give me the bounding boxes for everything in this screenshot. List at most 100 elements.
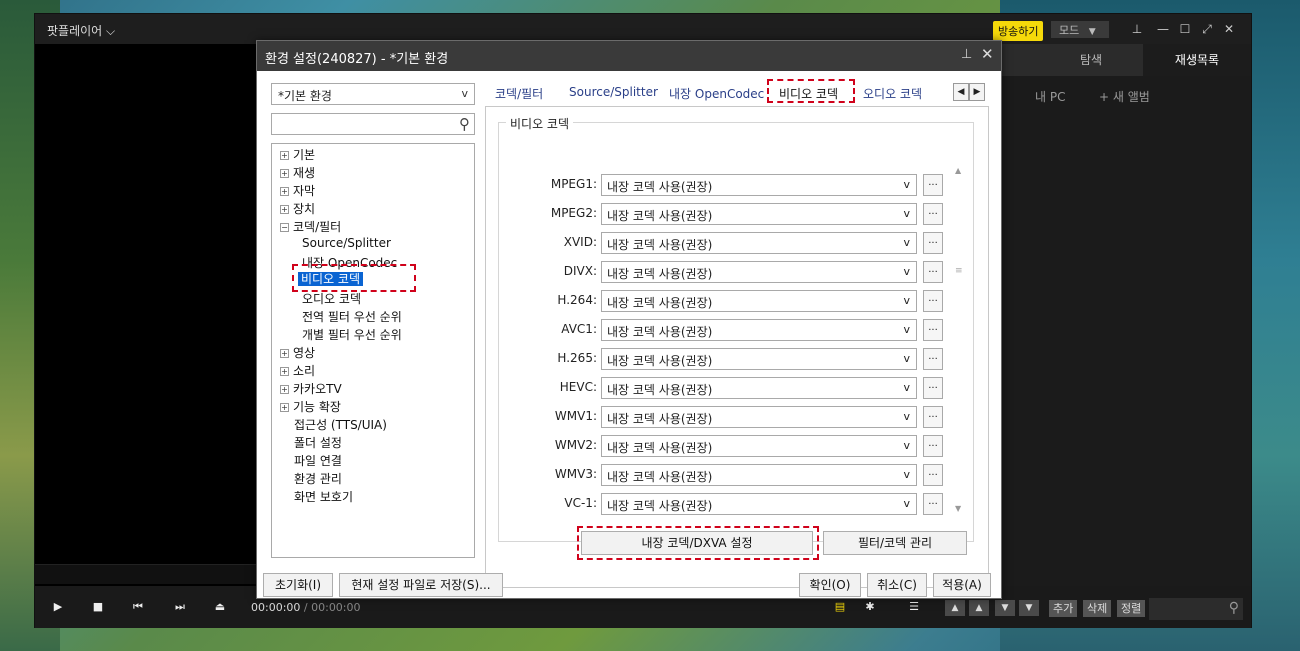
next-icon[interactable]: ⏭ <box>169 596 191 618</box>
expand-icon[interactable]: + <box>280 367 289 376</box>
tab-explore[interactable]: 탐색 <box>1041 44 1141 76</box>
tree-item-video[interactable]: + 영상 <box>280 344 315 361</box>
apply-button[interactable]: 적용(A) <box>933 573 991 597</box>
mode-dropdown[interactable]: 모드 ▼ <box>1051 21 1109 38</box>
codec-dropdown-avc1[interactable]: 내장 코덱 사용(권장) v <box>601 319 917 341</box>
tree-item-screensaver[interactable]: 화면 보호기 <box>294 488 353 505</box>
tab-scroll-left-icon[interactable]: ◀ <box>953 83 969 101</box>
sub-tab-my-pc[interactable]: 내 PC <box>1035 88 1065 105</box>
codec-more-button[interactable]: ... <box>923 493 943 515</box>
profile-dropdown[interactable]: *기본 환경 v <box>271 83 475 105</box>
collapse-icon[interactable]: − <box>280 223 289 232</box>
tree-item-global-filter-priority[interactable]: 전역 필터 우선 순위 <box>302 308 402 325</box>
broadcast-button[interactable]: 방송하기 <box>993 21 1044 41</box>
codec-dropdown-xvid[interactable]: 내장 코덱 사용(권장) v <box>601 232 917 254</box>
tree-item-devices[interactable]: + 장치 <box>280 200 315 217</box>
expand-icon[interactable]: + <box>280 187 289 196</box>
tree-item-audio[interactable]: + 소리 <box>280 362 315 379</box>
codec-dropdown-vc1[interactable]: 내장 코덱 사용(권장) v <box>601 493 917 515</box>
move-bottom-icon[interactable]: ▼ <box>1019 600 1039 616</box>
close-icon[interactable]: ✕ <box>1221 22 1237 36</box>
codec-more-button[interactable]: ... <box>923 319 943 341</box>
previous-icon[interactable]: ⏮ <box>127 596 149 618</box>
tree-item-folder-settings[interactable]: 폴더 설정 <box>294 434 342 451</box>
codec-list-scrollbar[interactable]: ▲ ≡ ▼ <box>955 166 965 516</box>
codec-more-button[interactable]: ... <box>923 435 943 457</box>
gear-icon[interactable]: ✱ <box>859 596 881 618</box>
tab-opencodec[interactable]: 내장 OpenCodec <box>669 85 764 102</box>
tree-item-subtitles[interactable]: + 자막 <box>280 182 315 199</box>
scroll-grip-icon[interactable]: ≡ <box>955 266 963 276</box>
sub-tab-new-album[interactable]: + 새 앨범 <box>1099 88 1150 105</box>
playlist-search[interactable]: ⚲ <box>1149 598 1243 620</box>
tab-source-splitter[interactable]: Source/Splitter <box>569 85 658 99</box>
chat-icon[interactable]: ▤ <box>829 596 851 618</box>
stop-icon[interactable]: ■ <box>87 596 109 618</box>
tree-item-per-filter-priority[interactable]: 개별 필터 우선 순위 <box>302 326 402 343</box>
tree-item-profile-management[interactable]: 환경 관리 <box>294 470 342 487</box>
fullscreen-icon[interactable]: ⤢ <box>1199 22 1215 37</box>
expand-icon[interactable]: + <box>280 169 289 178</box>
tree-item-basic[interactable]: + 기본 <box>280 146 315 163</box>
pin-icon[interactable]: ⊥ <box>1129 22 1145 36</box>
player-app-name[interactable]: 팟플레이어 ⌵ <box>47 22 115 39</box>
tree-item-accessibility[interactable]: 접근성 (TTS/UIA) <box>294 416 387 433</box>
tree-item-file-association[interactable]: 파일 연결 <box>294 452 342 469</box>
add-button[interactable]: 추가 <box>1049 600 1078 617</box>
codec-more-button[interactable]: ... <box>923 377 943 399</box>
tree-item-audio-codec[interactable]: 오디오 코덱 <box>302 290 361 307</box>
codec-dropdown-wmv3[interactable]: 내장 코덱 사용(권장) v <box>601 464 917 486</box>
play-icon[interactable]: ▶ <box>47 596 69 618</box>
codec-dropdown-divx[interactable]: 내장 코덱 사용(권장) v <box>601 261 917 283</box>
tree-item-kakaotv[interactable]: + 카카오TV <box>280 380 342 397</box>
move-top-icon[interactable]: ▲ <box>945 600 965 616</box>
ok-button[interactable]: 확인(O) <box>799 573 861 597</box>
codec-more-button[interactable]: ... <box>923 232 943 254</box>
close-icon[interactable]: ✕ <box>981 45 994 63</box>
codec-dropdown-wmv1[interactable]: 내장 코덱 사용(권장) v <box>601 406 917 428</box>
sort-button[interactable]: 정렬 <box>1117 600 1146 617</box>
codec-dropdown-mpeg1[interactable]: 내장 코덱 사용(권장) v <box>601 174 917 196</box>
cancel-button[interactable]: 취소(C) <box>867 573 927 597</box>
minimize-icon[interactable]: — <box>1155 22 1171 36</box>
eject-icon[interactable]: ⏏ <box>209 596 231 618</box>
codec-dropdown-h264[interactable]: 내장 코덱 사용(권장) v <box>601 290 917 312</box>
tree-item-source-splitter[interactable]: Source/Splitter <box>302 236 391 250</box>
reset-button[interactable]: 초기화(I) <box>263 573 333 597</box>
tab-playlist[interactable]: 재생목록 <box>1143 44 1251 76</box>
tree-item-playback[interactable]: + 재생 <box>280 164 315 181</box>
codec-more-button[interactable]: ... <box>923 406 943 428</box>
codec-dropdown-mpeg2[interactable]: 내장 코덱 사용(권장) v <box>601 203 917 225</box>
codec-dropdown-hevc[interactable]: 내장 코덱 사용(권장) v <box>601 377 917 399</box>
codec-more-button[interactable]: ... <box>923 174 943 196</box>
codec-more-button[interactable]: ... <box>923 203 943 225</box>
move-down-icon[interactable]: ▼ <box>995 600 1015 616</box>
codec-more-button[interactable]: ... <box>923 290 943 312</box>
delete-button[interactable]: 삭제 <box>1083 600 1112 617</box>
expand-icon[interactable]: + <box>280 385 289 394</box>
tab-audio-codec[interactable]: 오디오 코덱 <box>863 85 922 102</box>
pin-icon[interactable]: ⊥ <box>961 47 972 62</box>
tree-item-extensions[interactable]: + 기능 확장 <box>280 398 341 415</box>
save-to-file-button[interactable]: 현재 설정 파일로 저장(S)... <box>339 573 503 597</box>
codec-dropdown-wmv2[interactable]: 내장 코덱 사용(권장) v <box>601 435 917 457</box>
menu-icon[interactable]: ☰ <box>903 596 925 618</box>
filter-codec-manage-button[interactable]: 필터/코덱 관리 <box>823 531 967 555</box>
expand-icon[interactable]: + <box>280 205 289 214</box>
tab-scroll-right-icon[interactable]: ▶ <box>969 83 985 101</box>
expand-icon[interactable]: + <box>280 349 289 358</box>
codec-more-button[interactable]: ... <box>923 348 943 370</box>
scroll-up-icon[interactable]: ▲ <box>955 166 961 175</box>
search-icon: ⚲ <box>459 115 470 133</box>
expand-icon[interactable]: + <box>280 151 289 160</box>
tree-search-input[interactable]: ⚲ <box>271 113 475 135</box>
maximize-icon[interactable]: ☐ <box>1177 22 1193 36</box>
codec-dropdown-h265[interactable]: 내장 코덱 사용(권장) v <box>601 348 917 370</box>
expand-icon[interactable]: + <box>280 403 289 412</box>
codec-more-button[interactable]: ... <box>923 261 943 283</box>
tree-item-codec-filter[interactable]: − 코덱/필터 <box>280 218 341 235</box>
codec-more-button[interactable]: ... <box>923 464 943 486</box>
tab-codec-filter[interactable]: 코덱/필터 <box>495 85 543 102</box>
move-up-icon[interactable]: ▲ <box>969 600 989 616</box>
scroll-down-icon[interactable]: ▼ <box>955 504 961 513</box>
